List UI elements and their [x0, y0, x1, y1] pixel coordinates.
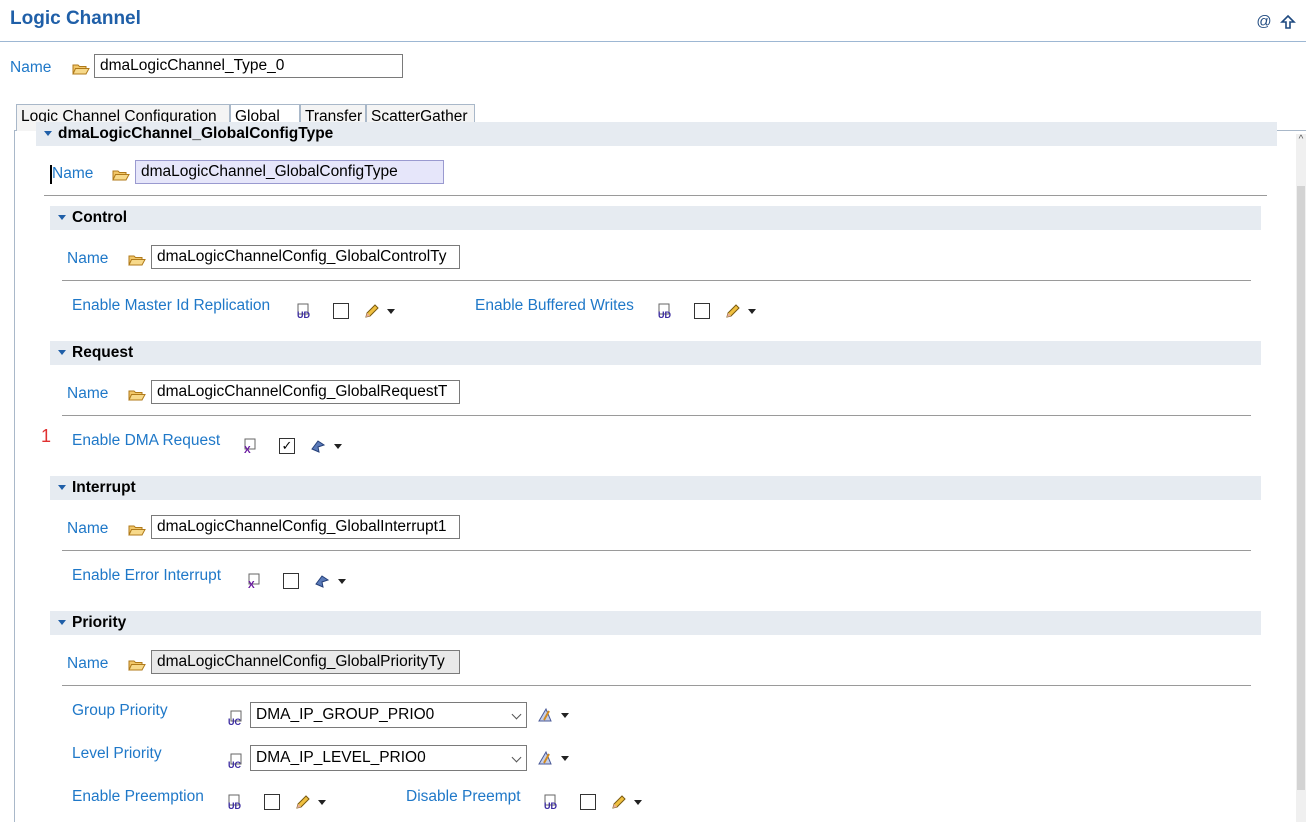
section-title: Priority	[72, 614, 127, 631]
edit-triangle-icon[interactable]	[536, 706, 554, 724]
folder-icon	[72, 62, 90, 80]
divider	[62, 415, 1251, 416]
svg-text:X: X	[244, 445, 251, 455]
section-title: dmaLogicChannel_GlobalConfigType	[58, 125, 334, 142]
calc-arrow-icon[interactable]	[313, 572, 331, 590]
chevron-down-icon[interactable]	[561, 756, 569, 761]
chevron-down-icon[interactable]	[387, 309, 395, 314]
priority-name-field[interactable]: dmaLogicChannelConfig_GlobalPriorityTy	[151, 650, 460, 674]
at-icon[interactable]: @	[1256, 14, 1272, 30]
collapse-icon	[44, 131, 52, 136]
svg-text:UD: UD	[544, 801, 557, 811]
up-arrow-icon[interactable]	[1280, 14, 1296, 30]
variant-x-icon: X	[241, 437, 259, 456]
chevron-down-icon[interactable]	[338, 579, 346, 584]
request-name-field[interactable]: dmaLogicChannelConfig_GlobalRequestT	[151, 380, 460, 404]
chevron-down-icon	[511, 752, 522, 763]
global-name-label: Name	[52, 165, 94, 182]
divider	[44, 195, 1267, 196]
svg-text:UC: UC	[228, 760, 241, 770]
chevron-down-icon[interactable]	[318, 800, 326, 805]
priority-name-label: Name	[67, 655, 109, 672]
folder-icon	[128, 658, 146, 676]
enable-master-id-replication-checkbox[interactable]	[333, 303, 349, 319]
level-priority-label: Level Priority	[72, 745, 162, 762]
disable-preempt-checkbox[interactable]	[580, 794, 596, 810]
collapse-icon	[58, 215, 66, 220]
global-section-header[interactable]: dmaLogicChannel_GlobalConfigType	[36, 122, 1277, 146]
folder-icon	[112, 168, 130, 186]
interrupt-section-header[interactable]: Interrupt	[50, 476, 1261, 500]
divider	[62, 550, 1251, 551]
section-title: Request	[72, 344, 134, 361]
variant-ud-icon: UD	[227, 793, 245, 811]
interrupt-name-field[interactable]: dmaLogicChannelConfig_GlobalInterrupt1	[151, 515, 460, 539]
svg-text:UC: UC	[228, 717, 241, 727]
enable-dma-request-label: Enable DMA Request	[72, 432, 221, 449]
svg-text:UD: UD	[228, 801, 241, 811]
group-priority-value: DMA_IP_GROUP_PRIO0	[256, 706, 435, 723]
variant-uc-icon: UC	[227, 752, 245, 770]
section-title: Interrupt	[72, 479, 136, 496]
control-name-field[interactable]: dmaLogicChannelConfig_GlobalControlTy	[151, 245, 460, 269]
scroll-up-icon[interactable]: ^	[1296, 134, 1306, 148]
svg-text:UD: UD	[297, 310, 310, 320]
chevron-down-icon[interactable]	[748, 309, 756, 314]
group-priority-label: Group Priority	[72, 702, 168, 719]
priority-section-header[interactable]: Priority	[50, 611, 1261, 635]
folder-icon	[128, 253, 146, 271]
variant-ud-icon: UD	[296, 302, 314, 320]
marker-number: 1	[41, 426, 52, 446]
header-divider	[0, 41, 1306, 42]
level-priority-select[interactable]: DMA_IP_LEVEL_PRIO0	[250, 745, 527, 771]
calc-arrow-icon[interactable]	[309, 437, 327, 455]
global-name-field[interactable]: dmaLogicChannel_GlobalConfigType	[135, 160, 444, 184]
divider	[62, 685, 1251, 686]
page-title: Logic Channel	[10, 8, 141, 29]
name-field[interactable]: dmaLogicChannel_Type_0	[94, 54, 403, 78]
chevron-down-icon	[511, 709, 522, 720]
group-priority-select[interactable]: DMA_IP_GROUP_PRIO0	[250, 702, 527, 728]
pencil-icon[interactable]	[610, 793, 628, 811]
enable-buffered-writes-checkbox[interactable]	[694, 303, 710, 319]
enable-preemption-label: Enable Preemption	[72, 788, 204, 805]
disable-preempt-label: Disable Preempt	[406, 788, 521, 805]
variant-x-icon: X	[245, 572, 263, 591]
name-label: Name	[10, 59, 52, 76]
pencil-icon[interactable]	[724, 302, 742, 320]
enable-preemption-checkbox[interactable]	[264, 794, 280, 810]
chevron-down-icon[interactable]	[634, 800, 642, 805]
section-title: Control	[72, 209, 128, 226]
svg-text:UD: UD	[658, 310, 671, 320]
variant-ud-icon: UD	[543, 793, 561, 811]
folder-icon	[128, 523, 146, 541]
pencil-icon[interactable]	[363, 302, 381, 320]
request-section-header[interactable]: Request	[50, 341, 1261, 365]
control-name-label: Name	[67, 250, 109, 267]
variant-ud-icon: UD	[657, 302, 675, 320]
enable-buffered-writes-label: Enable Buffered Writes	[475, 297, 634, 314]
enable-error-interrupt-label: Enable Error Interrupt	[72, 567, 222, 584]
control-section-header[interactable]: Control	[50, 206, 1261, 230]
pencil-icon[interactable]	[294, 793, 312, 811]
collapse-icon	[58, 350, 66, 355]
svg-text:X: X	[248, 580, 255, 590]
enable-master-id-replication-label: Enable Master Id Replication	[72, 297, 271, 314]
chevron-down-icon[interactable]	[561, 713, 569, 718]
chevron-down-icon[interactable]	[334, 444, 342, 449]
folder-icon	[128, 388, 146, 406]
divider	[62, 280, 1251, 281]
collapse-icon	[58, 485, 66, 490]
enable-dma-request-checkbox[interactable]: ✓	[279, 438, 295, 454]
collapse-icon	[58, 620, 66, 625]
request-name-label: Name	[67, 385, 109, 402]
scrollbar-thumb[interactable]	[1297, 186, 1305, 790]
variant-uc-icon: UC	[227, 709, 245, 727]
enable-error-interrupt-checkbox[interactable]	[283, 573, 299, 589]
edit-triangle-icon[interactable]	[536, 749, 554, 767]
interrupt-name-label: Name	[67, 520, 109, 537]
level-priority-value: DMA_IP_LEVEL_PRIO0	[256, 749, 426, 766]
